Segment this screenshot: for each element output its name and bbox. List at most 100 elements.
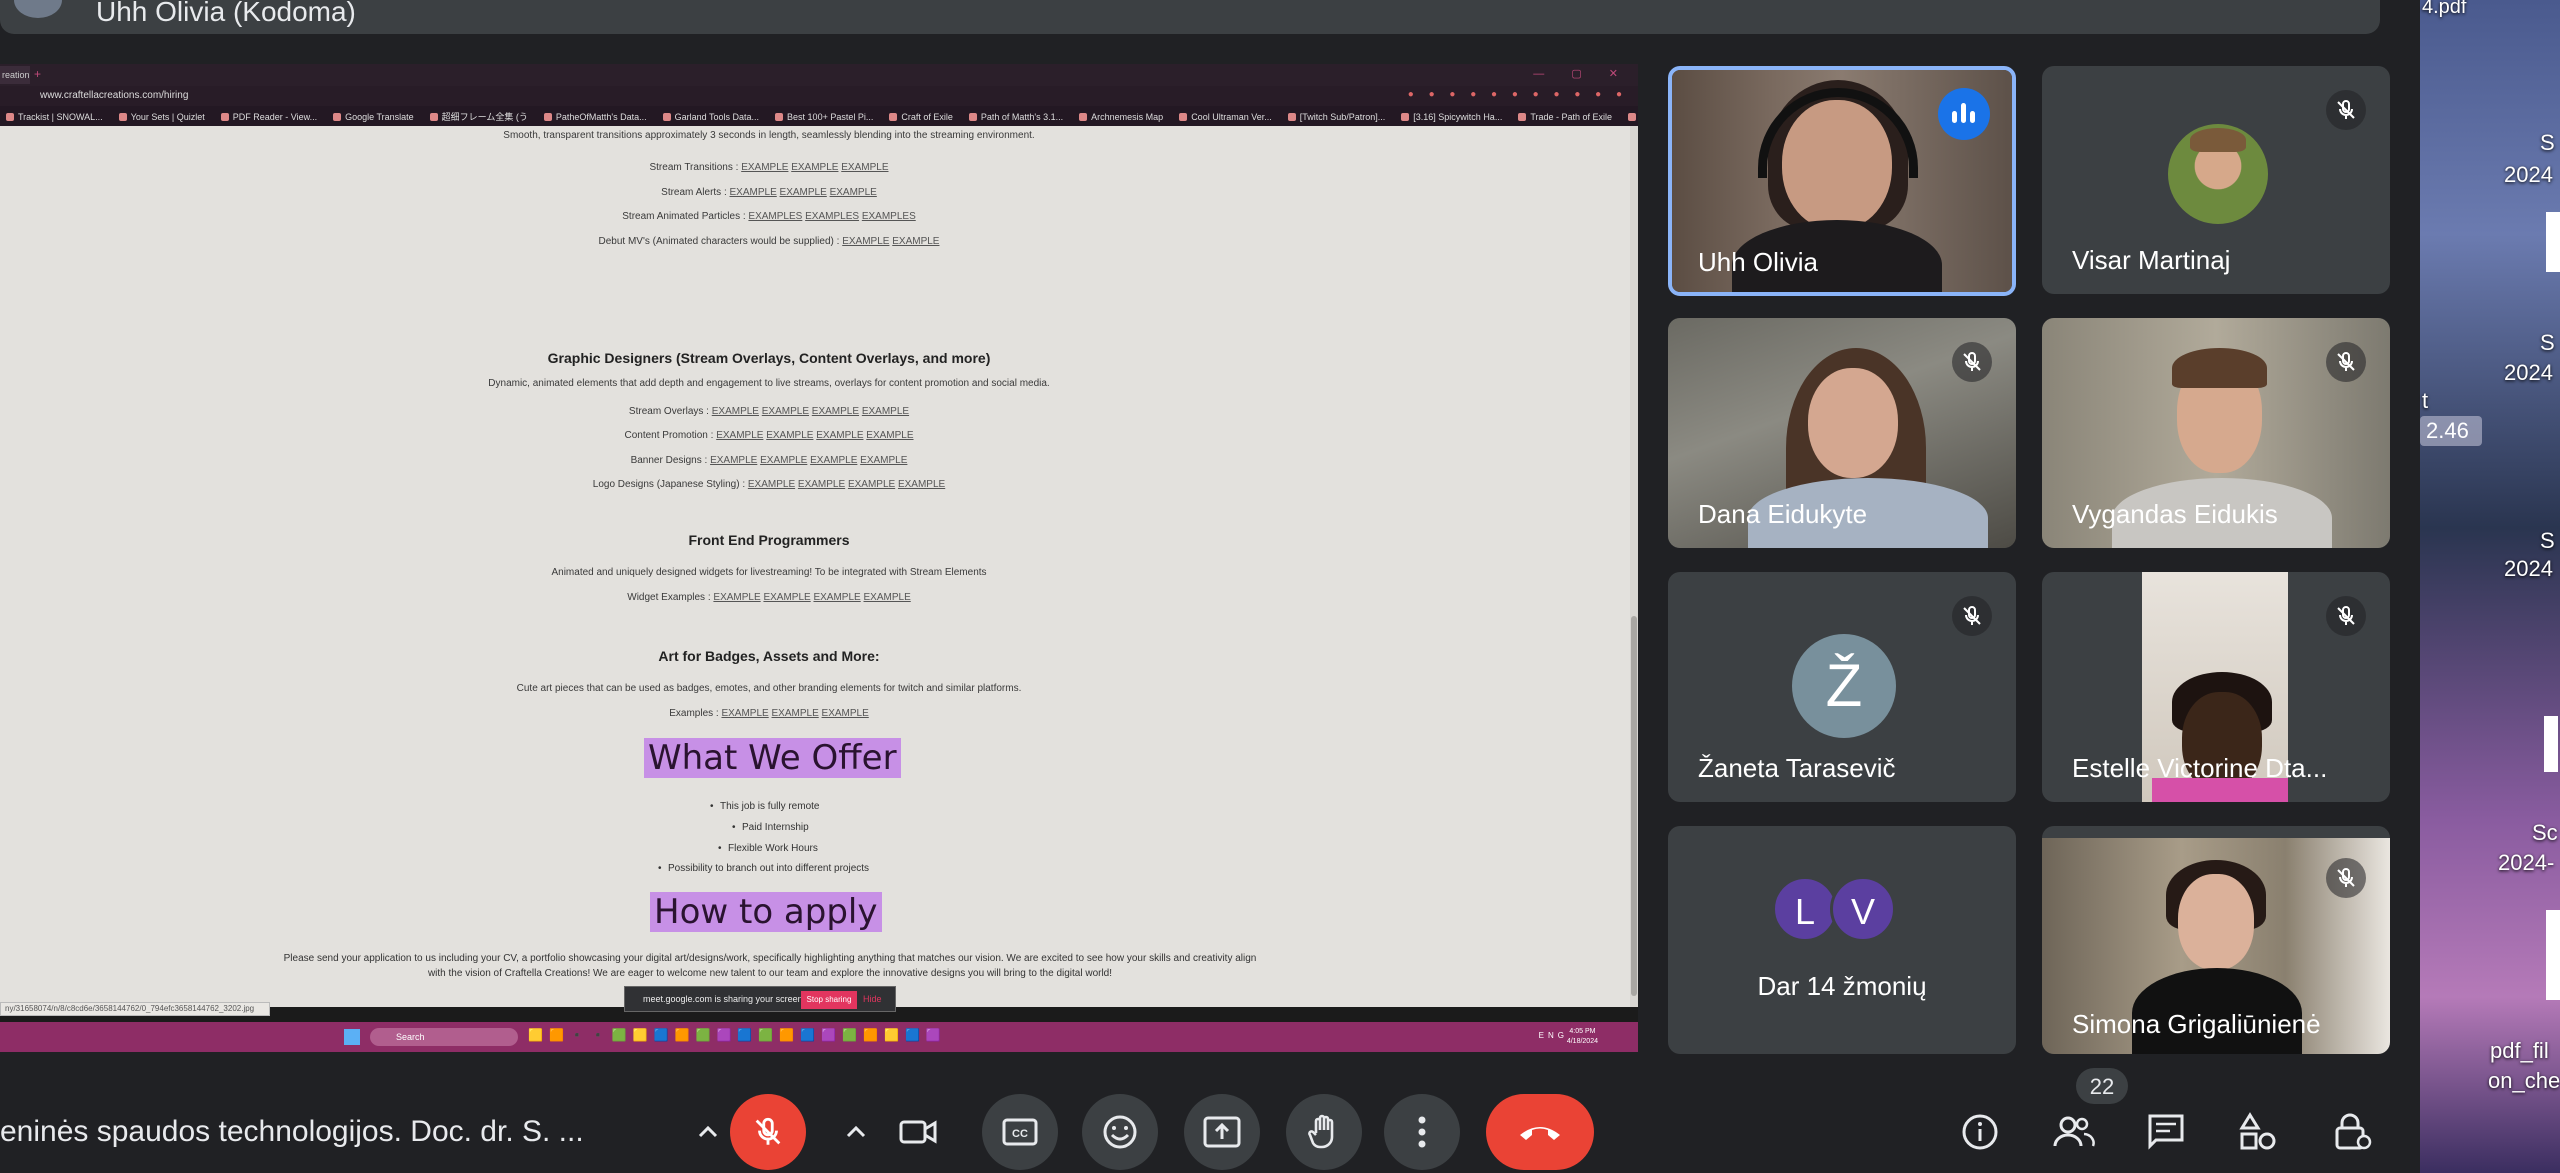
example-link[interactable]: EXAMPLE (898, 479, 945, 490)
example-link[interactable]: EXAMPLE (860, 455, 907, 466)
bookmark-item: Your Sets | Quizlet (119, 112, 205, 122)
bookmark-item: Archnemesis Map (1079, 112, 1163, 122)
bullet-dot-icon: • (718, 843, 722, 854)
participant-name: Uhh Olivia (1698, 247, 1818, 277)
example-link[interactable]: EXAMPLE (760, 455, 807, 466)
participant-tile[interactable]: Simona Grigaliūnienė (2042, 826, 2390, 1054)
offer-bullet: Paid Internship (742, 822, 809, 833)
example-link[interactable]: EXAMPLES (862, 211, 916, 222)
webpage-content: Smooth, transparent transitions approxim… (0, 126, 1638, 1007)
bookmark-item: Cool Ultraman Ver... (1179, 112, 1272, 122)
example-link[interactable]: EXAMPLE (741, 162, 788, 173)
hide-toast-button: Hide (863, 994, 882, 1004)
emoji-button[interactable] (1082, 1094, 1158, 1170)
example-link[interactable]: EXAMPLE (848, 479, 895, 490)
participant-name: Vygandas Eidukis (2072, 499, 2278, 529)
info-icon (1962, 1114, 1998, 1150)
speaking-indicator-icon (1938, 88, 1990, 140)
present-icon (1203, 1116, 1241, 1148)
example-link[interactable]: EXAMPLE (866, 430, 913, 441)
example-row: Stream Overlays : EXAMPLE EXAMPLE EXAMPL… (0, 406, 1538, 417)
status-url: ny/31658074/n/8/c8cd6e/3658144762/0_794e… (0, 1002, 270, 1016)
example-label: Content Promotion : (624, 430, 717, 441)
example-link[interactable]: EXAMPLE (842, 236, 889, 247)
participant-tile[interactable]: Vygandas Eidukis (2042, 318, 2390, 548)
raise-hand-icon (1308, 1114, 1334, 1149)
chat-button[interactable] (2142, 1108, 2190, 1156)
example-link[interactable]: EXAMPLE (780, 187, 827, 198)
presenter-bar: Uhh Olivia (Kodoma) (0, 0, 2380, 34)
example-link[interactable]: EXAMPLE (822, 708, 869, 719)
participant-tile[interactable]: Dana Eidukyte (1668, 318, 2016, 548)
example-link[interactable]: EXAMPLE (716, 430, 763, 441)
host-controls-button[interactable] (2328, 1108, 2376, 1156)
example-link[interactable]: EXAMPLE (763, 592, 810, 603)
example-link[interactable]: EXAMPLES (805, 211, 859, 222)
example-link[interactable]: EXAMPLE (766, 430, 813, 441)
desktop-file-label: S (2540, 528, 2555, 553)
example-link[interactable]: EXAMPLE (816, 430, 863, 441)
participant-tile[interactable]: Ž Žaneta Tarasevič (1668, 572, 2016, 802)
participant-tile[interactable]: Visar Martinaj (2042, 66, 2390, 294)
meeting-details-button[interactable] (1956, 1108, 2004, 1156)
video-options-chevron[interactable] (836, 1108, 876, 1156)
example-link[interactable]: EXAMPLE (830, 187, 877, 198)
example-link[interactable]: EXAMPLE (864, 592, 911, 603)
example-link[interactable]: EXAMPLE (798, 479, 845, 490)
system-tray: ENG (1539, 1031, 1568, 1040)
desktop-file-label: S (2540, 330, 2555, 355)
browser-tab: reation (0, 66, 30, 84)
bookmark-item: Google Translate (333, 112, 414, 122)
leave-call-button[interactable] (1486, 1094, 1594, 1170)
desktop-file-label: S (2540, 130, 2555, 155)
people-icon (2053, 1116, 2095, 1147)
example-label: Banner Designs : (630, 455, 711, 466)
audio-options-chevron[interactable] (688, 1108, 728, 1156)
camera-icon (899, 1120, 937, 1144)
participant-tile[interactable]: Estelle Victorine Dta... (2042, 572, 2390, 802)
example-link[interactable]: EXAMPLE (762, 406, 809, 417)
activities-icon (2239, 1112, 2276, 1150)
shared-screen: reation + — ▢ ✕ www.craftellacreations.c… (0, 64, 1638, 1052)
example-link[interactable]: EXAMPLE (813, 592, 860, 603)
example-link[interactable]: EXAMPLE (748, 479, 795, 490)
example-link[interactable]: EXAMPLE (810, 455, 857, 466)
example-link[interactable]: EXAMPLE (730, 187, 777, 198)
people-button[interactable] (2048, 1108, 2096, 1156)
windows-taskbar: Search 🟨🟧▪️▪️🟩🟨🟦🟧🟩🟪🟦🟩🟧🟦🟪🟩🟧🟨🟦🟪 ENG 4:05 P… (0, 1022, 1638, 1052)
participant-tile[interactable]: Uhh Olivia (1668, 66, 2016, 296)
desktop-file-label: Sc (2532, 820, 2558, 845)
screen-share-toast: meet.google.com is sharing your screen. … (624, 986, 896, 1012)
example-label: Stream Alerts : (661, 187, 730, 198)
example-link[interactable]: EXAMPLE (713, 592, 760, 603)
example-link[interactable]: EXAMPLE (721, 708, 768, 719)
camera-toggle-button[interactable] (880, 1094, 956, 1170)
taskbar-clock: 4:05 PM 4/18/2024 (1567, 1027, 1598, 1047)
example-link[interactable]: EXAMPLE (812, 406, 859, 417)
desktop-file-label: pdf_fil (2490, 1038, 2549, 1063)
bullet-dot-icon: • (732, 822, 736, 833)
section-heading: Art for Badges, Assets and More: (658, 648, 880, 664)
participant-count-badge: 22 (2076, 1068, 2128, 1104)
others-tile[interactable]: L V Dar 14 žmonių (1668, 826, 2016, 1054)
example-link[interactable]: EXAMPLE (712, 406, 759, 417)
example-link[interactable]: EXAMPLE (862, 406, 909, 417)
desktop-file-label: t (2422, 388, 2429, 413)
example-link[interactable]: EXAMPLE (772, 708, 819, 719)
raise-hand-button[interactable] (1286, 1094, 1362, 1170)
bookmark-item: Trackist | SNOWAL... (6, 112, 103, 122)
present-button[interactable] (1184, 1094, 1260, 1170)
desktop-file-label: on_che (2488, 1068, 2560, 1093)
example-link[interactable]: EXAMPLES (748, 211, 802, 222)
mic-toggle-button[interactable] (730, 1094, 806, 1170)
bookmark-item: Best 100+ Pastel Pi... (775, 112, 873, 122)
captions-button[interactable]: CC (982, 1094, 1058, 1170)
more-options-button[interactable] (1384, 1094, 1460, 1170)
example-link[interactable]: EXAMPLE (710, 455, 757, 466)
mic-off-icon (755, 1117, 781, 1145)
activities-button[interactable] (2234, 1108, 2282, 1156)
example-link[interactable]: EXAMPLE (892, 236, 939, 247)
example-link[interactable]: EXAMPLE (791, 162, 838, 173)
example-link[interactable]: EXAMPLE (841, 162, 888, 173)
example-row: Widget Examples : EXAMPLE EXAMPLE EXAMPL… (0, 592, 1538, 603)
